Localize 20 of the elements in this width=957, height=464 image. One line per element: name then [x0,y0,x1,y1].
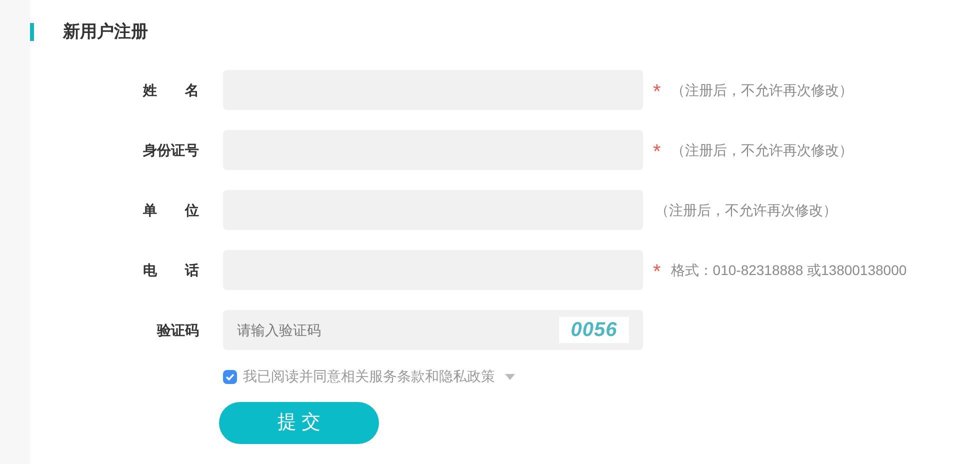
field-note: 格式：010-82318888 或13800138000 [670,260,907,280]
title-accent [30,23,34,41]
submit-button[interactable]: 提 交 [219,402,379,444]
field-label: 身份证号 [143,140,199,160]
caret-icon[interactable] [505,374,515,380]
field-label: 单 位 [143,200,199,220]
required-mark: * [653,82,661,102]
field-note: （注册后，不允许再次修改） [655,200,837,220]
required-mark: * [653,262,661,282]
field-label: 电 话 [143,260,199,280]
field-label: 验证码 [156,320,199,340]
page-title: 新用户注册 [63,21,148,44]
captcha-field[interactable]: 请输入验证码 0056 [223,310,643,350]
field-note: （注册后，不允许再次修改） [670,80,853,100]
captcha-image[interactable]: 0056 [559,317,629,343]
field-note: （注册后，不允许再次修改） [670,140,853,160]
agree-checkbox[interactable] [223,370,237,384]
agreement-text: 我已阅读并同意相关服务条款和隐私政策 [243,367,495,386]
field-label: 姓 名 [143,80,199,100]
required-mark: * [653,142,661,162]
